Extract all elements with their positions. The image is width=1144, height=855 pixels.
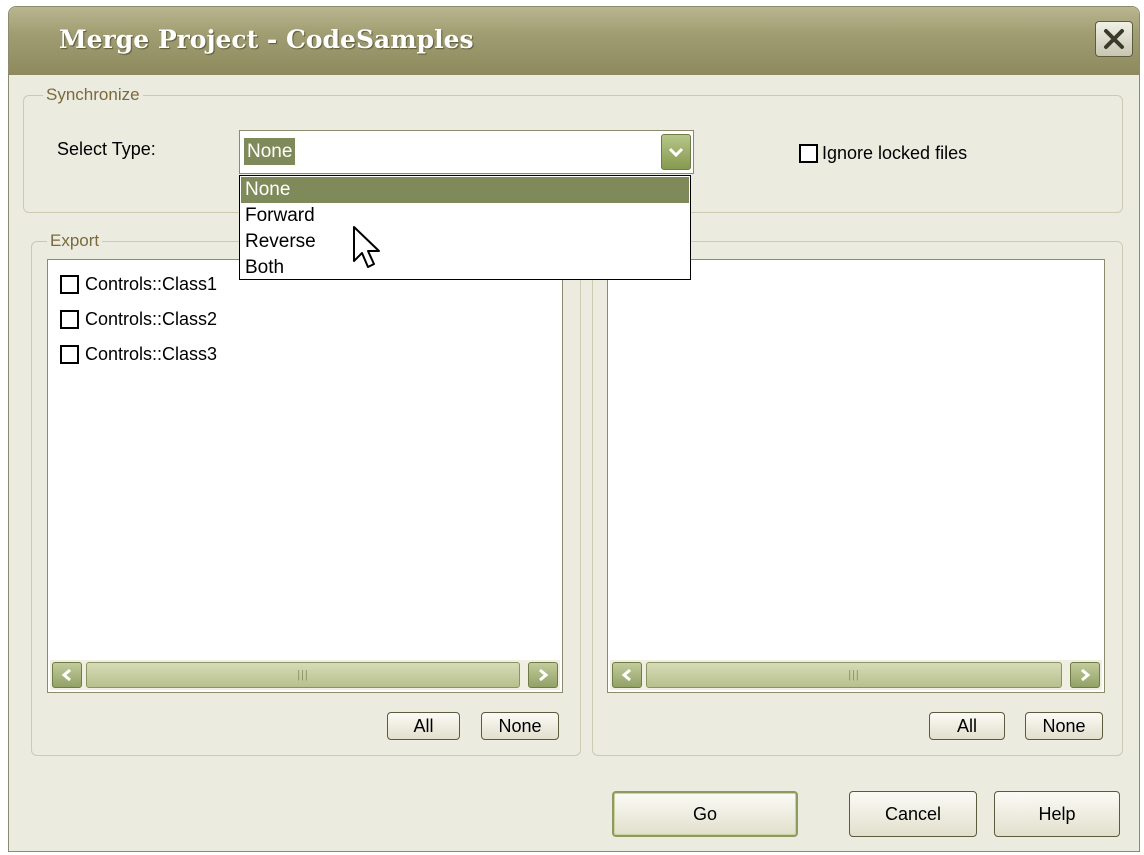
list-item-checkbox[interactable] (60, 310, 79, 329)
import-horizontal-scrollbar[interactable]: ||| (610, 660, 1102, 690)
mouse-pointer-icon (353, 226, 380, 268)
list-item-label: Controls::Class1 (85, 274, 218, 294)
scroll-left-button[interactable] (612, 662, 642, 688)
scroll-right-button[interactable] (1070, 662, 1100, 688)
select-type-dropdown-list: None Forward Reverse Both (239, 175, 691, 280)
arrow-right-icon (539, 668, 549, 682)
import-list[interactable]: ||| (607, 259, 1105, 693)
select-type-dropdown-button[interactable] (661, 134, 691, 170)
export-legend: Export (47, 231, 103, 251)
close-icon (1104, 29, 1124, 49)
option-forward[interactable]: Forward (241, 203, 689, 229)
scroll-thumb[interactable]: ||| (86, 662, 520, 688)
list-item-checkbox[interactable] (60, 275, 79, 294)
arrow-right-icon (1081, 668, 1091, 682)
select-type-value: None (244, 138, 296, 165)
list-item-label: Controls::Class2 (85, 309, 218, 329)
select-type-label: Select Type: (57, 139, 156, 159)
ignore-locked-label[interactable]: Ignore locked files (822, 143, 967, 164)
ignore-locked-checkbox[interactable] (799, 144, 818, 163)
scroll-thumb[interactable]: ||| (646, 662, 1062, 688)
export-all-button[interactable]: All (387, 712, 460, 740)
list-item-checkbox[interactable] (60, 345, 79, 364)
list-item[interactable]: Controls::Class3 (60, 344, 217, 365)
select-type-combobox[interactable]: None (239, 130, 694, 174)
scroll-left-button[interactable] (52, 662, 82, 688)
option-reverse[interactable]: Reverse (241, 229, 689, 255)
cancel-button[interactable]: Cancel (849, 791, 977, 837)
arrow-left-icon (61, 668, 71, 682)
option-none[interactable]: None (241, 177, 689, 203)
synchronize-legend: Synchronize (43, 85, 143, 105)
dialog-title: Merge Project - CodeSamples (59, 25, 474, 54)
go-button[interactable]: Go (612, 791, 798, 837)
scroll-right-button[interactable] (528, 662, 558, 688)
list-item-label: Controls::Class3 (85, 344, 218, 364)
export-none-button[interactable]: None (481, 712, 559, 740)
merge-project-dialog: Merge Project - CodeSamples Synchronize … (8, 6, 1140, 852)
arrow-left-icon (621, 668, 631, 682)
close-button[interactable] (1095, 21, 1133, 57)
export-list[interactable]: Controls::Class1 Controls::Class2 Contro… (47, 259, 563, 693)
import-none-button[interactable]: None (1025, 712, 1103, 740)
help-button[interactable]: Help (994, 791, 1120, 837)
title-bar[interactable]: Merge Project - CodeSamples (9, 7, 1139, 75)
list-item[interactable]: Controls::Class2 (60, 309, 217, 330)
export-horizontal-scrollbar[interactable]: ||| (50, 660, 560, 690)
option-both[interactable]: Both (241, 255, 689, 281)
list-item[interactable]: Controls::Class1 (60, 274, 217, 295)
import-all-button[interactable]: All (929, 712, 1005, 740)
chevron-down-icon (668, 147, 684, 158)
